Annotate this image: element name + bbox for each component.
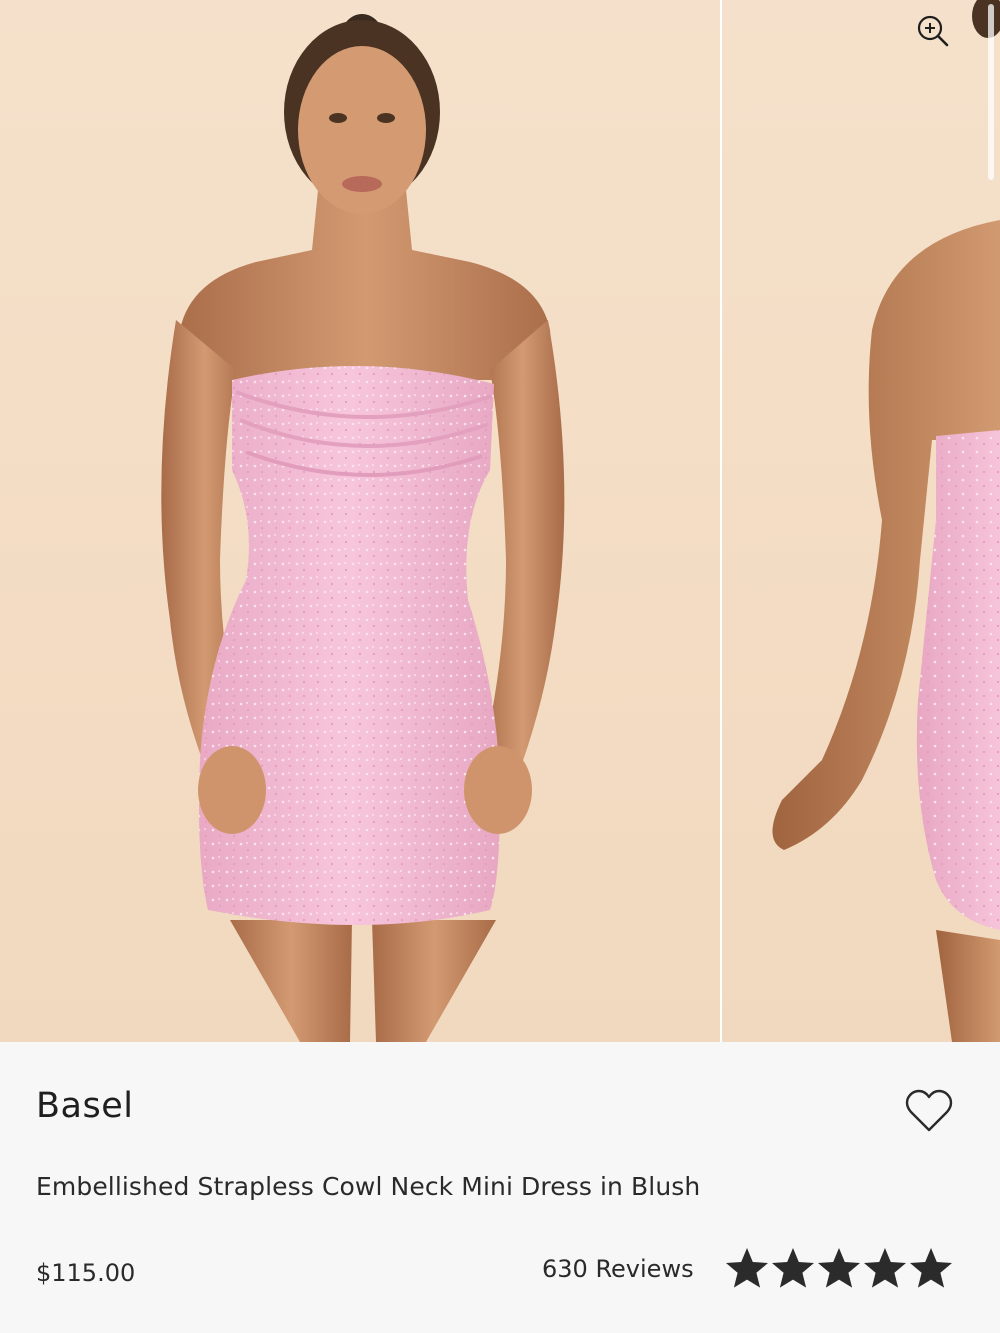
product-title: Embellished Strapless Cowl Neck Mini Dre… (36, 1172, 701, 1201)
product-photo-front[interactable] (0, 0, 720, 1042)
gallery-scrollbar[interactable] (988, 4, 994, 180)
star-icon (910, 1248, 952, 1288)
star-icon (772, 1248, 814, 1288)
product-price: $115.00 (36, 1259, 136, 1287)
wishlist-button[interactable] (904, 1088, 954, 1134)
product-image-gallery[interactable] (0, 0, 1000, 1042)
star-rating[interactable] (724, 1245, 954, 1293)
zoom-button[interactable] (912, 10, 954, 52)
reviews-link[interactable]: 630 Reviews (542, 1255, 694, 1283)
zoom-in-icon (917, 15, 949, 47)
star-icon (864, 1248, 906, 1288)
heart-outline-icon (905, 1089, 953, 1132)
product-photo-side[interactable] (722, 0, 1000, 1042)
product-info-panel: Basel Embellished Strapless Cowl Neck Mi… (0, 1042, 1000, 1333)
star-icon (818, 1248, 860, 1288)
star-icon (726, 1248, 768, 1288)
side-model-illustration (772, 0, 1000, 1042)
front-model-illustration (161, 14, 565, 1042)
product-brand-name[interactable]: Basel (36, 1086, 133, 1126)
